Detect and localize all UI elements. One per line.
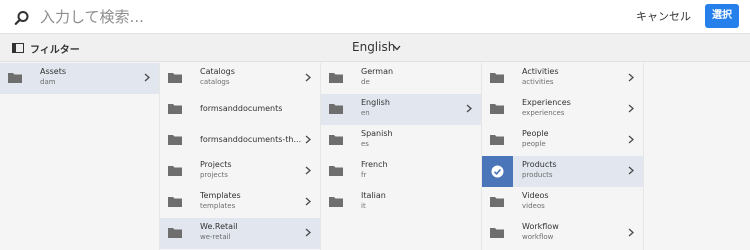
column-item-products[interactable]: Products products — [482, 156, 643, 187]
item-title: German — [361, 67, 394, 76]
chevron-right-icon — [305, 166, 311, 175]
chevron-right-icon — [628, 73, 634, 82]
column-item-german[interactable]: German de — [321, 63, 481, 94]
folder-icon — [329, 197, 343, 207]
item-subtitle: catalogs — [200, 78, 230, 86]
folder-icon — [168, 104, 182, 114]
folder-icon — [490, 135, 504, 145]
chevron-right-icon — [628, 166, 634, 175]
item-subtitle: experiences — [522, 109, 565, 117]
item-subtitle: fr — [361, 171, 367, 179]
folder-icon — [168, 73, 182, 83]
select-button[interactable]: 選択 — [705, 4, 739, 28]
column-item-experiences[interactable]: Experiences experiences — [482, 94, 643, 125]
column-dam: Catalogs catalogs formsanddocuments form… — [160, 63, 321, 250]
folder-icon — [168, 228, 182, 238]
folder-icon — [490, 228, 504, 238]
column-item-assets[interactable]: Assets dam — [0, 63, 159, 94]
item-subtitle: es — [361, 140, 369, 148]
chevron-right-icon — [628, 228, 634, 237]
column-item-projects[interactable]: Projects projects — [160, 156, 320, 187]
item-title: Italian — [361, 191, 386, 200]
folder-icon — [490, 197, 504, 207]
folder-icon — [490, 104, 504, 114]
column-item-catalogs[interactable]: Catalogs catalogs — [160, 63, 320, 94]
item-title: French — [361, 160, 388, 169]
item-subtitle: en — [361, 109, 370, 117]
chevron-right-icon — [144, 73, 150, 82]
item-title: Workflow — [522, 222, 559, 231]
folder-icon — [490, 73, 504, 83]
item-title: English — [361, 98, 390, 107]
item-subtitle: activities — [522, 78, 554, 86]
column-root: Assets dam — [0, 63, 160, 250]
item-title: Projects — [200, 160, 232, 169]
search-input[interactable] — [40, 4, 480, 30]
item-subtitle: projects — [200, 171, 228, 179]
search-icon — [14, 11, 29, 25]
chevron-right-icon — [305, 135, 311, 144]
item-title: Activities — [522, 67, 559, 76]
column-item-people[interactable]: People people — [482, 125, 643, 156]
column-item-videos[interactable]: Videos videos — [482, 187, 643, 218]
item-title: Templates — [200, 191, 241, 200]
cancel-button[interactable]: キャンセル — [636, 8, 691, 24]
item-title: We.Retail — [200, 222, 238, 231]
column-item-spanish[interactable]: Spanish es — [321, 125, 481, 156]
column-item-english[interactable]: English en — [321, 94, 481, 125]
item-title: Catalogs — [200, 67, 235, 76]
folder-icon — [168, 197, 182, 207]
column-item-activities[interactable]: Activities activities — [482, 63, 643, 94]
column-item-formsanddocuments[interactable]: formsanddocuments — [160, 94, 320, 125]
item-title: formsanddocuments — [200, 104, 283, 113]
column-item-french[interactable]: French fr — [321, 156, 481, 187]
column-english: Activities activities Experiences experi… — [482, 63, 644, 250]
folder-icon — [329, 135, 343, 145]
column-item-formsanddocuments-themes[interactable]: formsanddocuments-th... — [160, 125, 320, 156]
item-subtitle: it — [361, 202, 366, 210]
item-subtitle: people — [522, 140, 546, 148]
folder-icon — [8, 73, 22, 83]
folder-icon — [168, 135, 182, 145]
item-subtitle: videos — [522, 202, 545, 210]
search-bar: キャンセル 選択 — [0, 0, 750, 34]
column-item-templates[interactable]: Templates templates — [160, 187, 320, 218]
chevron-right-icon — [305, 73, 311, 82]
chevron-right-icon — [305, 228, 311, 237]
language-dropdown[interactable]: English — [352, 40, 395, 54]
chevron-right-icon — [305, 197, 311, 206]
item-subtitle: dam — [40, 78, 56, 86]
item-subtitle: products — [522, 171, 553, 179]
column-item-we-retail[interactable]: We.Retail we-retail — [160, 218, 320, 249]
item-title: Assets — [40, 67, 67, 76]
filter-toggle[interactable]: フィルター — [30, 41, 80, 56]
chevron-right-icon — [628, 104, 634, 113]
folder-icon — [329, 166, 343, 176]
item-title: People — [522, 129, 549, 138]
folder-icon — [329, 73, 343, 83]
folder-icon — [168, 166, 182, 176]
filter-rail-icon[interactable] — [12, 43, 24, 53]
toolbar: フィルター English — [0, 34, 750, 62]
item-subtitle: we-retail — [200, 233, 231, 241]
column-item-italian[interactable]: Italian it — [321, 187, 481, 218]
item-title: Experiences — [522, 98, 571, 107]
chevron-down-icon[interactable] — [393, 45, 401, 51]
item-subtitle: workflow — [522, 233, 554, 241]
item-subtitle: templates — [200, 202, 236, 210]
item-title: Spanish — [361, 129, 393, 138]
column-item-workflow[interactable]: Workflow workflow — [482, 218, 643, 249]
folder-icon — [329, 104, 343, 114]
selection-checkbox[interactable] — [482, 156, 513, 187]
item-title: formsanddocuments-th... — [200, 135, 302, 144]
column-we-retail: German de English en Spanish es French f… — [321, 63, 482, 250]
item-title: Products — [522, 160, 557, 169]
chevron-right-icon — [628, 135, 634, 144]
chevron-right-icon — [466, 104, 472, 113]
item-title: Videos — [522, 191, 549, 200]
item-subtitle: de — [361, 78, 370, 86]
checkmark-circle-icon — [491, 165, 504, 178]
